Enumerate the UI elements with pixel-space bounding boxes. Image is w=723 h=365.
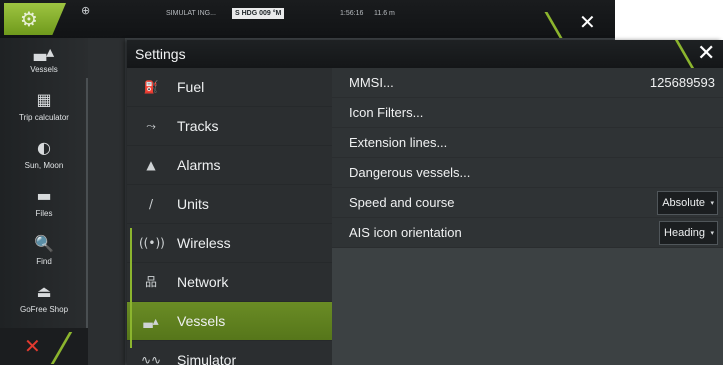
chevron-down-icon: ▾ (710, 229, 714, 237)
simulating-status: SIMULAT ING... (166, 10, 216, 17)
dropdown-value: Heading (664, 227, 705, 239)
gear-icon: ⚙ (20, 7, 38, 31)
setting-dangerous-vessels[interactable]: Dangerous vessels... (332, 158, 723, 188)
dialog-title: Settings (135, 46, 186, 62)
sidebar: ▃▴ Vessels ▦ Trip calculator ◐ Sun, Moon… (0, 38, 88, 365)
sidebar-scrollbar[interactable] (86, 78, 88, 328)
chevron-down-icon: ▾ (710, 199, 714, 207)
alarm-bell-icon: ▲ (146, 158, 156, 172)
sun-moon-icon: ◐ (37, 138, 51, 157)
sidebar-item-trip-calculator[interactable]: ▦ Trip calculator (0, 88, 88, 136)
category-network[interactable]: 品 Network (127, 263, 332, 302)
close-icon: ✕ (579, 10, 596, 34)
sidebar-item-label: Find (36, 257, 52, 266)
category-tracks[interactable]: ⤳ Tracks (127, 107, 332, 146)
setting-label: Icon Filters... (349, 105, 424, 120)
category-label: Vessels (177, 313, 226, 329)
category-label: Simulator (177, 352, 237, 365)
setting-icon-filters[interactable]: Icon Filters... (332, 98, 723, 128)
sidebar-close-button[interactable]: ✕ (0, 328, 88, 365)
vessels-icon: ▃▴ (143, 314, 159, 328)
time-readout: 1:56:16 (340, 10, 364, 17)
sidebar-item-label: GoFree Shop (19, 305, 69, 314)
setting-ais-icon-orientation: AIS icon orientation Heading ▾ (332, 218, 723, 248)
tracks-icon: ⤳ (146, 119, 156, 133)
mmsi-value: 125689593 (649, 75, 715, 90)
sidebar-item-gofree-shop[interactable]: ⏏ GoFree Shop (0, 280, 88, 328)
simulator-icon: ∿∿ (140, 353, 162, 365)
category-label: Units (177, 196, 209, 212)
category-label: Tracks (177, 118, 219, 134)
speed-course-dropdown[interactable]: Absolute ▾ (657, 191, 718, 215)
setting-label: AIS icon orientation (349, 225, 462, 240)
close-icon: ✕ (24, 334, 41, 358)
accent-divider (544, 12, 563, 38)
close-icon: ✕ (697, 41, 716, 66)
background-close-button[interactable]: ✕ (566, 10, 606, 34)
category-wireless[interactable]: ((•)) Wireless (127, 224, 332, 263)
dropdown-value: Absolute (662, 197, 705, 209)
sidebar-item-label: Sun, Moon (24, 161, 64, 170)
setting-mmsi[interactable]: MMSI... 125689593 (332, 68, 723, 98)
category-label: Wireless (177, 235, 231, 251)
dialog-header: Settings ✕ (127, 40, 723, 68)
settings-panel: MMSI... 125689593 Icon Filters... Extens… (332, 68, 723, 365)
units-icon: / (148, 197, 154, 211)
setting-label: Extension lines... (349, 135, 448, 150)
search-icon: 🔍 (34, 234, 54, 253)
setting-speed-and-course: Speed and course Absolute ▾ (332, 188, 723, 218)
setting-label: Speed and course (349, 195, 455, 210)
sidebar-item-sun-moon[interactable]: ◐ Sun, Moon (0, 136, 88, 184)
top-status-bar: ⚙ ⊕ SIMULAT ING... S HDG 009 °M 1:56:16 … (0, 0, 615, 38)
setting-label: MMSI... (349, 75, 394, 90)
calculator-icon: ▦ (36, 90, 52, 109)
accent-divider (50, 332, 73, 364)
setting-extension-lines[interactable]: Extension lines... (332, 128, 723, 158)
accent-divider (674, 40, 695, 68)
category-vessels[interactable]: ▃▴ Vessels (127, 302, 332, 341)
category-units[interactable]: / Units (127, 185, 332, 224)
heading-readout: S HDG 009 °M (232, 8, 285, 19)
sidebar-item-label: Vessels (30, 65, 58, 74)
settings-dialog: Settings ✕ ⛽ Fuel ⤳ Tracks ▲ Alarms / Un… (127, 40, 723, 365)
vessels-icon: ▃▴ (33, 42, 55, 61)
setting-label: Dangerous vessels... (349, 165, 471, 180)
settings-category-list: ⛽ Fuel ⤳ Tracks ▲ Alarms / Units ((•)) W… (127, 68, 332, 365)
fuel-icon: ⛽ (143, 80, 159, 94)
category-alarms[interactable]: ▲ Alarms (127, 146, 332, 185)
folder-icon: ▬ (36, 186, 52, 205)
home-button[interactable]: ⚙ (4, 3, 66, 35)
network-icon: 品 (144, 275, 157, 289)
sidebar-item-files[interactable]: ▬ Files (0, 184, 88, 232)
globe-icon[interactable]: ⊕ (81, 5, 90, 17)
category-label: Network (177, 274, 229, 290)
category-fuel[interactable]: ⛽ Fuel (127, 68, 332, 107)
wireless-icon: ((•)) (139, 236, 165, 250)
sidebar-item-vessels[interactable]: ▃▴ Vessels (0, 40, 88, 88)
ais-orientation-dropdown[interactable]: Heading ▾ (659, 221, 718, 245)
category-label: Alarms (177, 157, 221, 173)
dialog-close-button[interactable]: ✕ (693, 40, 723, 68)
sidebar-item-find[interactable]: 🔍 Find (0, 232, 88, 280)
gofree-icon: ⏏ (36, 282, 52, 301)
category-scrollbar[interactable] (130, 228, 132, 348)
sidebar-item-label: Files (35, 209, 53, 218)
distance-readout: 11.6 m (374, 10, 395, 17)
category-label: Fuel (177, 79, 205, 95)
sidebar-item-label: Trip calculator (19, 113, 69, 122)
category-simulator[interactable]: ∿∿ Simulator (127, 341, 332, 365)
